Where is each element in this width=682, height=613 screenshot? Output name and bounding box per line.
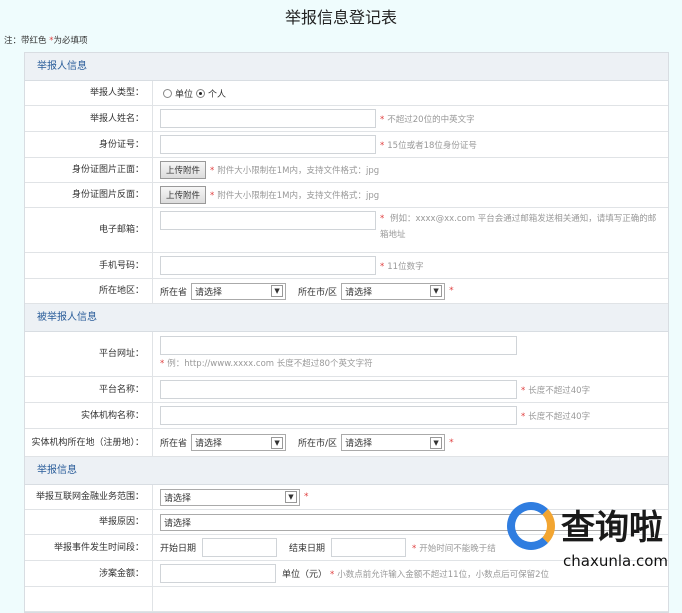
label: 身份证号： (25, 132, 153, 157)
hint: * 附件大小限制在1M内，支持文件格式：jpg (210, 166, 380, 176)
chevron-down-icon: ▼ (271, 285, 284, 297)
section-report: 举报信息 (25, 457, 668, 485)
label: 手机号码： (25, 253, 153, 278)
chevron-down-icon: ▼ (271, 436, 284, 449)
row-url: 平台网址： * 例：http://www.xxxx.com 长度不超过80个英文字符 (25, 332, 668, 377)
section-reporter: 举报人信息 (25, 53, 668, 81)
row-email: 电子邮箱： * 例如：xxxx@xx.com 平台会通过邮箱发送相关通知，请填写正… (25, 208, 668, 253)
city-select[interactable]: 请选择 ▼ (341, 282, 446, 300)
label: 电子邮箱： (25, 208, 153, 252)
label: 举报人类型： (25, 81, 153, 105)
required-note: 注：带红色 *为必填项 (4, 34, 87, 46)
label: 平台名称： (25, 377, 153, 402)
hint: * 11位数字 (380, 261, 424, 272)
url-input[interactable] (160, 335, 517, 355)
radio-label: 单位 (175, 89, 194, 100)
row-id-back: 身份证图片反面： 上传附件 * 附件大小限制在1M内，支持文件格式：jpg (25, 183, 668, 208)
watermark-en: chaxunla.com (563, 552, 668, 570)
row-entity-location: 实体机构所在地（注册地）： 所在省 请选择 ▼ 所在市/区 请选择 ▼ * (25, 429, 668, 457)
section-reported: 被举报人信息 (25, 304, 668, 332)
unit-label: 单位（元） (282, 570, 328, 580)
end-date-input[interactable] (331, 538, 407, 557)
label: 实体机构所在地（注册地）： (25, 429, 153, 456)
city-label: 所在市/区 (298, 287, 338, 298)
label: 举报互联网金融业务范围： (25, 485, 153, 509)
chevron-down-icon: ▼ (430, 436, 443, 449)
label: 涉案金额： (25, 561, 153, 586)
search-logo-icon (507, 502, 555, 550)
label: 所在地区： (25, 279, 153, 303)
row-type: 举报人类型： 单位 个人 (25, 81, 668, 106)
label: 举报人姓名： (25, 106, 153, 131)
province-label: 所在省 (160, 439, 188, 449)
row-phone: 手机号码： * 11位数字 (25, 253, 668, 279)
chevron-down-icon: ▼ (430, 285, 443, 297)
amount-input[interactable] (160, 564, 276, 583)
chevron-down-icon: ▼ (285, 491, 297, 503)
hint: * 开始时间不能晚于结 (412, 543, 496, 554)
upload-back-button[interactable]: 上传附件 (160, 186, 207, 204)
hint: * 例如：xxxx@xx.com 平台会通过邮箱发送相关通知，请填写正确的邮箱地… (380, 214, 657, 240)
label: 身份证图片正面： (25, 158, 153, 182)
row-platform-name: 平台名称： * 长度不超过40字 (25, 377, 668, 403)
entity-province-select[interactable]: 请选择 ▼ (191, 434, 287, 451)
note-text: 注：带红色 (4, 36, 50, 46)
platform-name-input[interactable] (160, 380, 517, 399)
id-input[interactable] (160, 135, 376, 154)
row-id: 身份证号： * 15位或者18位身份证号 (25, 132, 668, 158)
city-label: 所在市/区 (298, 439, 338, 449)
radio-unit[interactable] (163, 88, 172, 98)
label: 举报事件发生时间段： (25, 535, 153, 560)
row-name: 举报人姓名： * 不超过20位的中英文字 (25, 106, 668, 132)
end-date-label: 结束日期 (289, 544, 326, 554)
radio-label: 个人 (208, 89, 227, 100)
hint: * 长度不超过40字 (521, 385, 591, 396)
entity-name-input[interactable] (160, 406, 517, 425)
row-region: 所在地区： 所在省 请选择 ▼ 所在市/区 请选择 ▼ * (25, 279, 668, 304)
province-select[interactable]: 请选择 ▼ (191, 282, 287, 300)
required-star: * (449, 437, 454, 448)
name-input[interactable] (160, 109, 376, 128)
note-text: 为必填项 (53, 36, 88, 46)
label: 身份证图片反面： (25, 183, 153, 207)
hint: * 15位或者18位身份证号 (380, 140, 477, 151)
required-star: * (449, 286, 454, 296)
start-date-input[interactable] (202, 538, 278, 557)
required-star: * (304, 492, 309, 502)
scope-select[interactable]: 请选择 ▼ (160, 488, 300, 506)
phone-input[interactable] (160, 256, 376, 275)
hint: * 长度不超过40字 (521, 411, 591, 422)
label: 实体机构名称： (25, 403, 153, 428)
label: 举报原因： (25, 510, 153, 534)
hint: * 例：http://www.xxxx.com 长度不超过80个英文字符 (160, 359, 373, 370)
email-input[interactable] (160, 211, 376, 230)
page-title: 举报信息登记表 (284, 8, 397, 27)
entity-city-select[interactable]: 请选择 ▼ (341, 434, 446, 451)
start-date-label: 开始日期 (160, 544, 197, 554)
row-id-front: 身份证图片正面： 上传附件 * 附件大小限制在1M内，支持文件格式：jpg (25, 158, 668, 183)
upload-front-button[interactable]: 上传附件 (160, 161, 207, 179)
row-next (25, 587, 668, 612)
watermark-cn: 查询啦 (561, 508, 663, 548)
hint: * 不超过20位的中英文字 (380, 114, 475, 125)
row-entity-name: 实体机构名称： * 长度不超过40字 (25, 403, 668, 429)
hint: * 附件大小限制在1M内，支持文件格式：jpg (210, 191, 380, 201)
label: 平台网址： (25, 332, 153, 376)
province-label: 所在省 (160, 287, 188, 298)
radio-individual[interactable] (196, 88, 206, 98)
watermark: 查询啦 chaxunla.com (505, 500, 675, 580)
